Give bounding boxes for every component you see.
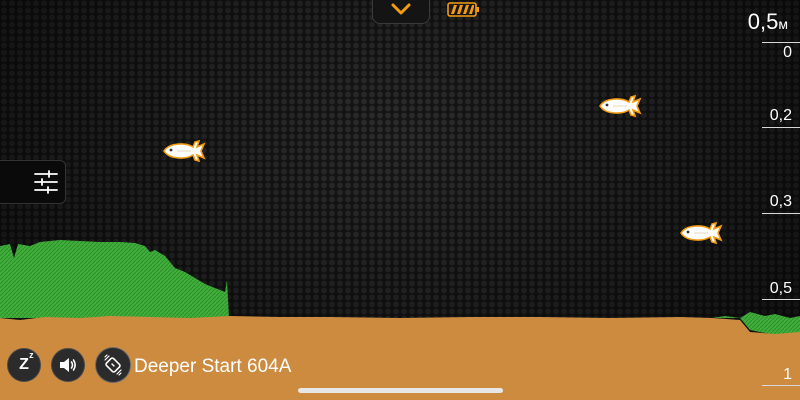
sleep-label: Z (19, 356, 29, 373)
sleep-sup: z (29, 350, 34, 360)
depth-scale-label: 1 (783, 366, 792, 383)
sleep-button[interactable]: Zz (7, 348, 41, 382)
fish-icon[interactable] (597, 93, 643, 119)
speaker-icon (60, 358, 76, 372)
depth-scale-label: 0 (783, 44, 792, 61)
current-depth-unit: м (778, 16, 788, 32)
battery-icon (447, 2, 479, 17)
current-depth: 0,5м (748, 10, 788, 36)
depth-scale-label: 0,2 (769, 107, 792, 124)
collapse-button[interactable] (372, 0, 430, 24)
device-connection-button[interactable] (95, 347, 131, 383)
scale-tick (762, 42, 800, 43)
scale-tick (762, 385, 800, 386)
device-connect-icon (104, 354, 122, 376)
sound-button[interactable] (51, 348, 85, 382)
depth-scale-label: 0,3 (769, 193, 792, 210)
home-indicator[interactable] (298, 388, 503, 393)
fish-icon[interactable] (161, 138, 207, 164)
depth-scale-label: 0,5 (769, 280, 792, 297)
device-name[interactable]: Deeper Start 604A (134, 356, 291, 378)
sleep-icon: Zz (19, 350, 34, 374)
filter-settings-button[interactable] (0, 160, 66, 204)
sliders-icon (34, 170, 58, 194)
current-depth-value: 0,5 (747, 9, 779, 34)
scale-tick (762, 213, 800, 214)
scale-tick (762, 299, 800, 300)
seabed-profile (0, 240, 800, 400)
chevron-down-icon (391, 3, 411, 15)
fish-icon[interactable] (678, 220, 724, 246)
vegetation-left (0, 240, 229, 318)
scale-tick (762, 127, 800, 128)
